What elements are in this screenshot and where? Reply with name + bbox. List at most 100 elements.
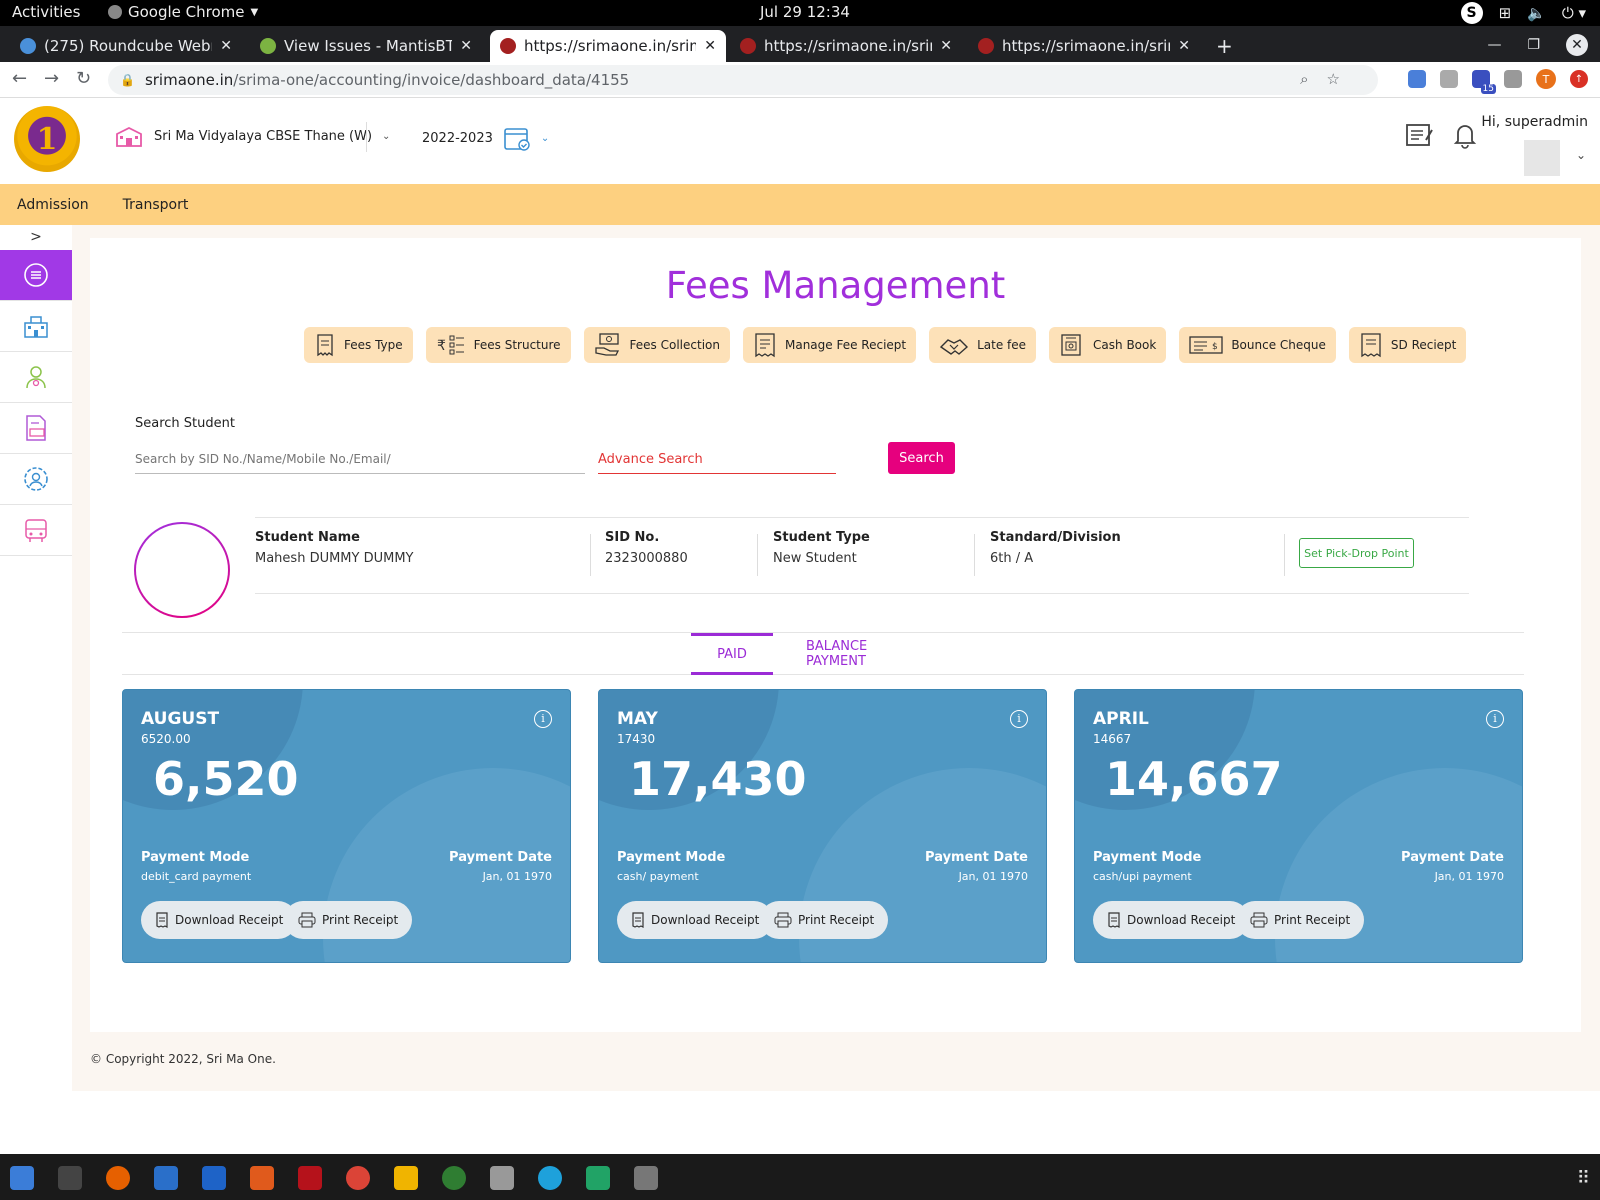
graduation-extension-icon[interactable]: 15 bbox=[1472, 70, 1496, 94]
writer-icon[interactable] bbox=[202, 1166, 226, 1190]
system-tray[interactable]: S ⊞ 🔈 ⏻ ▾ bbox=[1460, 2, 1586, 24]
address-bar[interactable]: 🔒 srimaone.in/srima-one/accounting/invoi… bbox=[108, 65, 1378, 95]
restore-icon[interactable]: ❐ bbox=[1527, 37, 1540, 53]
info-icon[interactable]: i bbox=[1010, 710, 1028, 728]
close-tab-icon[interactable]: ✕ bbox=[704, 38, 716, 54]
hs-app-icon[interactable] bbox=[442, 1166, 466, 1190]
filezilla-icon[interactable] bbox=[298, 1166, 322, 1190]
sidebar-item-transport[interactable] bbox=[0, 505, 72, 556]
late-fee-button[interactable]: Late fee bbox=[929, 327, 1037, 363]
menu-item-transport[interactable]: Transport bbox=[123, 197, 189, 213]
browser-tab[interactable]: https://srimaone.in/srima ✕ bbox=[968, 30, 1200, 62]
volume-icon[interactable]: 🔈 bbox=[1527, 4, 1546, 22]
sidebar-item-school[interactable] bbox=[0, 301, 72, 352]
firefox-icon[interactable] bbox=[106, 1166, 130, 1190]
screenshot-extension-icon[interactable] bbox=[1440, 70, 1458, 88]
tab-balance-payment[interactable]: BALANCE PAYMENT bbox=[806, 633, 926, 675]
zoom-icon[interactable]: ⌕ bbox=[1300, 70, 1308, 88]
receipt-icon bbox=[156, 912, 168, 928]
page-title: Fees Management bbox=[665, 264, 1006, 307]
print-receipt-button[interactable]: Print Receipt bbox=[284, 901, 413, 939]
advance-search-field[interactable]: Advance Search bbox=[598, 444, 836, 474]
fees-type-button[interactable]: Fees Type bbox=[304, 327, 413, 363]
chrome-taskbar-icon[interactable] bbox=[346, 1166, 370, 1190]
software-center-icon[interactable] bbox=[250, 1166, 274, 1190]
notes-icon[interactable] bbox=[1404, 120, 1434, 150]
bookmark-star-icon[interactable]: ☆ bbox=[1327, 70, 1340, 88]
info-icon[interactable]: i bbox=[1486, 710, 1504, 728]
download-receipt-button[interactable]: Download Receipt bbox=[617, 901, 774, 939]
print-receipt-button[interactable]: Print Receipt bbox=[1236, 901, 1365, 939]
svg-text:₹: ₹ bbox=[437, 338, 446, 354]
lock-icon[interactable]: 🔒 bbox=[120, 73, 135, 87]
rupee-structure-icon: ₹ bbox=[437, 335, 464, 355]
camera-extension-icon[interactable] bbox=[1504, 70, 1522, 88]
school-selector[interactable]: Sri Ma Vidyalaya CBSE Thane (W) ⌄ bbox=[114, 124, 390, 148]
fees-structure-button[interactable]: ₹ Fees Structure bbox=[425, 327, 571, 363]
user-avatar[interactable] bbox=[1524, 140, 1560, 176]
minimize-icon[interactable]: — bbox=[1487, 37, 1501, 53]
close-window-icon[interactable]: ✕ bbox=[1566, 34, 1588, 56]
browser-tab-active[interactable]: https://srimaone.in/srima ✕ bbox=[490, 30, 726, 62]
set-pick-drop-button[interactable]: Set Pick-Drop Point bbox=[1299, 538, 1414, 568]
activities-button[interactable]: Activities bbox=[12, 3, 80, 21]
bell-icon[interactable] bbox=[1450, 120, 1480, 150]
search-student-input[interactable] bbox=[135, 444, 585, 474]
app-grid-icon[interactable]: ⠿ bbox=[1577, 1168, 1590, 1189]
sidebar-item-settings[interactable] bbox=[0, 454, 72, 505]
sidebar-toggle[interactable]: > bbox=[0, 225, 72, 250]
app-menu[interactable]: Google Chrome ▼ bbox=[108, 3, 258, 21]
browser-tab[interactable]: https://srimaone.in/srima ✕ bbox=[730, 30, 962, 62]
thunderbird-icon[interactable] bbox=[154, 1166, 178, 1190]
sidebar-item-fees[interactable] bbox=[0, 403, 72, 454]
terminal-icon[interactable] bbox=[58, 1166, 82, 1190]
browser-tab[interactable]: (275) Roundcube Webmail ✕ bbox=[10, 30, 242, 62]
search-button[interactable]: Search bbox=[888, 442, 955, 474]
academic-year-selector[interactable]: 2022-2023 ⌄ bbox=[422, 124, 549, 152]
skype-tray-icon[interactable]: S bbox=[1460, 2, 1483, 24]
close-tab-icon[interactable]: ✕ bbox=[220, 38, 232, 54]
taskbar: ⠿ bbox=[0, 1154, 1600, 1200]
reload-icon[interactable]: ↻ bbox=[76, 68, 91, 89]
game-icon[interactable] bbox=[394, 1166, 418, 1190]
payment-date-label: Payment Date bbox=[1401, 850, 1504, 865]
forward-icon[interactable]: → bbox=[44, 68, 59, 89]
tab-paid[interactable]: PAID bbox=[691, 633, 773, 675]
close-tab-icon[interactable]: ✕ bbox=[940, 38, 952, 54]
sidebar-item-menu[interactable] bbox=[0, 250, 72, 301]
power-icon[interactable]: ⏻ ▾ bbox=[1562, 4, 1586, 22]
cash-book-button[interactable]: Cash Book bbox=[1049, 327, 1167, 363]
menu-item-admission[interactable]: Admission bbox=[17, 197, 89, 213]
update-chrome-icon[interactable]: ↑ bbox=[1570, 70, 1588, 88]
download-receipt-button[interactable]: Download Receipt bbox=[141, 901, 298, 939]
payment-date-value: Jan, 01 1970 bbox=[958, 870, 1028, 883]
school-logo[interactable]: 1 bbox=[14, 106, 80, 172]
cast-extension-icon[interactable] bbox=[1408, 70, 1426, 88]
close-tab-icon[interactable]: ✕ bbox=[460, 38, 472, 54]
new-tab-icon[interactable]: + bbox=[1216, 34, 1233, 58]
close-tab-icon[interactable]: ✕ bbox=[1178, 38, 1190, 54]
clock[interactable]: Jul 29 12:34 bbox=[760, 3, 850, 21]
manage-fee-receipt-button[interactable]: Manage Fee Reciept bbox=[742, 327, 917, 363]
payment-card: APRIL 14667 14,667 i Payment Mode cash/u… bbox=[1074, 689, 1523, 963]
spreadsheet-icon[interactable] bbox=[586, 1166, 610, 1190]
print-receipt-button[interactable]: Print Receipt bbox=[760, 901, 889, 939]
search-tool-icon[interactable] bbox=[490, 1166, 514, 1190]
files-icon[interactable] bbox=[10, 1166, 34, 1190]
calculator-icon[interactable] bbox=[634, 1166, 658, 1190]
fees-structure-label: Fees Structure bbox=[473, 338, 561, 352]
sidebar-item-student[interactable] bbox=[0, 352, 72, 403]
bounce-cheque-button[interactable]: $ Bounce Cheque bbox=[1179, 327, 1336, 363]
download-receipt-button[interactable]: Download Receipt bbox=[1093, 901, 1250, 939]
sd-receipt-button[interactable]: SD Reciept bbox=[1348, 327, 1467, 363]
profile-avatar[interactable]: T bbox=[1536, 69, 1556, 89]
payment-amount: 17,430 bbox=[629, 752, 807, 806]
back-icon[interactable]: ← bbox=[12, 68, 27, 89]
browser-tab[interactable]: View Issues - MantisBT ✕ bbox=[250, 30, 482, 62]
fees-collection-button[interactable]: Fees Collection bbox=[583, 327, 730, 363]
student-type-value: New Student bbox=[773, 551, 857, 566]
network-icon[interactable]: ⊞ bbox=[1499, 4, 1512, 22]
info-icon[interactable]: i bbox=[534, 710, 552, 728]
skype-icon[interactable] bbox=[538, 1166, 562, 1190]
chevron-down-icon[interactable]: ⌄ bbox=[1576, 148, 1586, 162]
